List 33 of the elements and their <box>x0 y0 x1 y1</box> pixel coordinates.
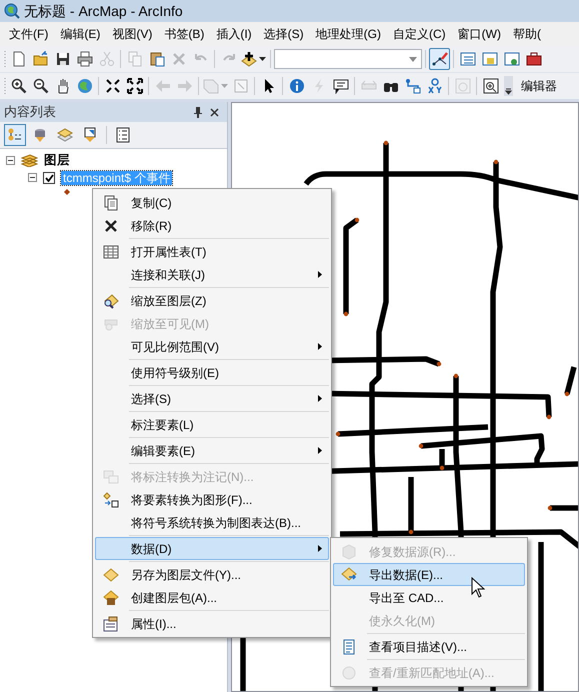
menu-item[interactable]: 导出数据(E)... <box>333 563 525 586</box>
menu-item[interactable]: 复制(C) <box>95 191 329 214</box>
menu-item[interactable]: 缩放至图层(Z) <box>95 289 329 312</box>
layer-group-label[interactable]: 图层 <box>44 150 70 170</box>
menu-item[interactable]: 标注要素(L) <box>95 413 329 436</box>
menu-item[interactable]: 书签(B) <box>158 23 210 45</box>
menu-item[interactable]: 将要素转换为图形(F)... <box>95 488 329 511</box>
menu-item[interactable]: 编辑(E) <box>54 23 106 45</box>
menu-item[interactable]: 连接和关联(J) <box>95 263 329 286</box>
menu-item[interactable]: 数据(D) <box>95 537 329 560</box>
menu-item[interactable]: 另存为图层文件(Y)... <box>95 563 329 586</box>
menu-item[interactable]: 插入(I) <box>210 23 258 45</box>
menu-item[interactable]: 选择(S) <box>95 387 329 410</box>
menu-item[interactable]: 属性(I)... <box>95 612 329 635</box>
menu-item[interactable]: 打开属性表(T) <box>95 240 329 263</box>
toolbar-label: 编辑器 <box>520 78 557 95</box>
menu-item[interactable]: 视图(V) <box>106 23 158 45</box>
menu-item[interactable]: 编辑要素(E) <box>95 439 329 462</box>
menu-item[interactable]: 帮助( <box>506 23 547 45</box>
menu-item[interactable]: 自定义(C) <box>386 23 452 45</box>
menu-item[interactable]: 可见比例范围(V) <box>95 335 329 358</box>
panel-title: 内容列表 <box>4 103 56 122</box>
menu-item[interactable]: 移除(R) <box>95 214 329 237</box>
menu-item[interactable]: 窗口(W) <box>452 23 507 45</box>
menu-item[interactable]: 选择(S) <box>258 23 310 45</box>
menu-item[interactable]: 查看项目描述(V)... <box>333 635 525 658</box>
menu-item[interactable]: 地理处理(G) <box>310 23 387 45</box>
menu-item[interactable]: 将符号系统转换为制图表达(B)... <box>95 511 329 534</box>
window-title: 无标题 - ArcMap - ArcInfo <box>24 2 183 21</box>
menu-item[interactable]: 创建图层包(A)... <box>95 586 329 609</box>
menu-item[interactable]: 使用符号级别(E) <box>95 361 329 384</box>
menu-item[interactable]: 文件(F) <box>3 23 54 45</box>
menu-item[interactable]: 导出至 CAD... <box>333 586 525 609</box>
